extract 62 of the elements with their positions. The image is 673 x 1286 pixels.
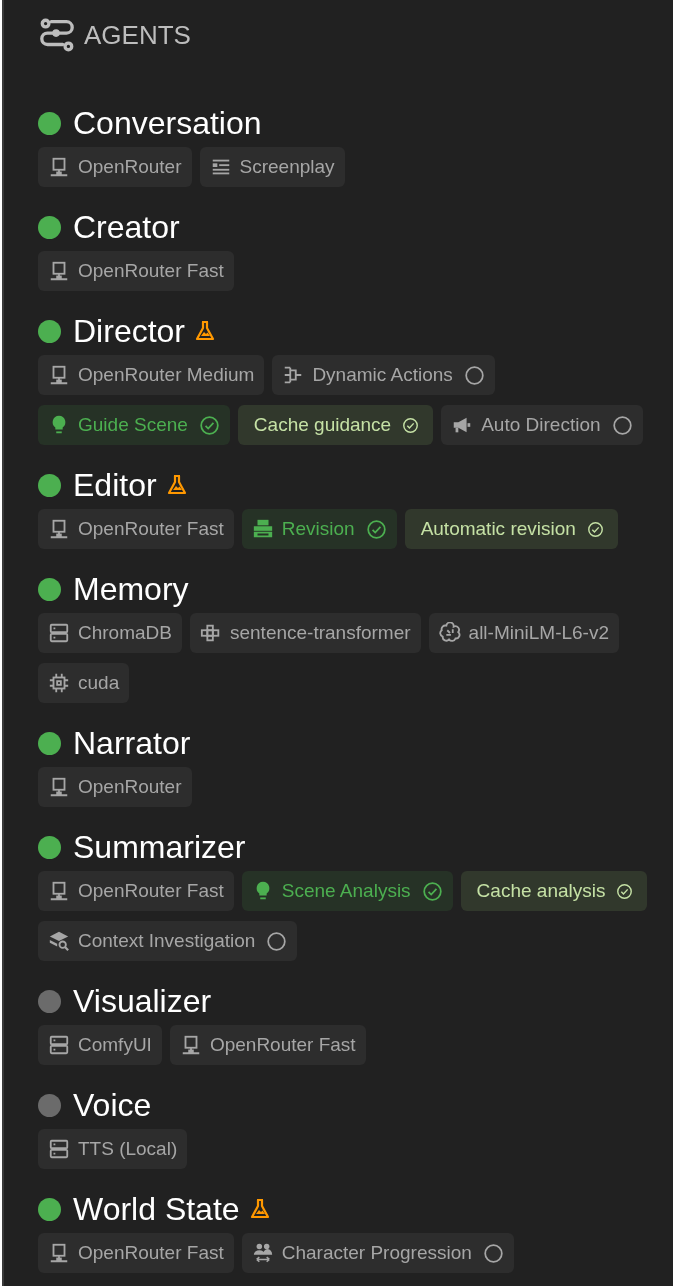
monitor-icon xyxy=(48,1242,70,1264)
agent-chip[interactable]: OpenRouter Fast xyxy=(169,1025,366,1065)
agent-chip[interactable]: OpenRouter Medium xyxy=(38,355,265,395)
circle-icon xyxy=(463,364,485,386)
agent-chip[interactable]: Cache analysis xyxy=(460,871,648,911)
agent-chip[interactable]: TTS (Local) xyxy=(38,1129,188,1169)
agent-chip[interactable]: Cache guidance xyxy=(237,405,434,445)
check-circle-icon xyxy=(402,416,420,434)
agent-chip[interactable]: OpenRouter Fast xyxy=(38,1233,234,1273)
monitor-icon xyxy=(48,156,70,178)
agent-chip[interactable]: OpenRouter Fast xyxy=(38,871,234,911)
server-icon xyxy=(48,622,70,644)
agent-chip[interactable]: sentence-transformer xyxy=(190,613,421,653)
circle-icon xyxy=(482,1242,504,1264)
monitor-icon xyxy=(48,518,70,540)
monitor-icon xyxy=(48,776,70,798)
agent-name[interactable]: Memory xyxy=(73,570,189,608)
agent-chip[interactable]: Guide Scene xyxy=(38,405,230,445)
agent-chip[interactable]: Character Progression xyxy=(241,1233,514,1273)
agent-chip[interactable]: OpenRouter Fast xyxy=(38,251,234,291)
chip-icon xyxy=(48,672,70,694)
agent-chip[interactable]: OpenRouter xyxy=(38,767,192,807)
agent-name[interactable]: Summarizer xyxy=(73,828,246,866)
agent-name[interactable]: Visualizer xyxy=(73,982,212,1020)
layers-search-icon xyxy=(48,930,70,952)
agent-chip[interactable]: all-MiniLM-L6-v2 xyxy=(428,613,619,653)
agent-chip[interactable]: Automatic revision xyxy=(404,509,618,549)
agent-name[interactable]: Voice xyxy=(73,1086,152,1124)
agent-name[interactable]: Narrator xyxy=(73,724,191,762)
agent-chip[interactable]: cuda xyxy=(38,663,130,703)
agent-chip[interactable]: Revision xyxy=(241,509,397,549)
agent-chip[interactable]: OpenRouter Fast xyxy=(38,509,234,549)
agent-chip[interactable]: Auto Direction xyxy=(441,405,643,445)
agent-name[interactable]: Conversation xyxy=(73,104,262,142)
section-title: AGENTS xyxy=(84,19,191,51)
agent-chip[interactable]: OpenRouter xyxy=(38,147,192,187)
agent-chip[interactable]: Dynamic Actions xyxy=(272,355,495,395)
agent-chip[interactable]: Context Investigation xyxy=(38,921,298,961)
agent-chip[interactable]: Scene Analysis xyxy=(241,871,453,911)
check-circle-icon xyxy=(586,520,604,538)
agent-name[interactable]: Creator xyxy=(73,208,180,246)
route-icon xyxy=(38,16,76,54)
agent-chip[interactable]: Screenplay xyxy=(199,147,345,187)
server-icon xyxy=(48,1138,70,1160)
typewriter-icon xyxy=(251,518,274,540)
circle-icon xyxy=(611,414,633,436)
server-icon xyxy=(48,1034,70,1056)
monitor-icon xyxy=(48,880,70,902)
agent-name[interactable]: World State xyxy=(73,1190,240,1228)
agent-chip[interactable]: ComfyUI xyxy=(38,1025,162,1065)
check-circle-icon xyxy=(365,518,387,540)
monitor-icon xyxy=(48,260,70,282)
agent-chip[interactable]: ChromaDB xyxy=(38,613,182,653)
check-circle-icon xyxy=(198,414,220,436)
monitor-icon xyxy=(48,364,70,386)
circle-icon xyxy=(266,930,288,952)
agent-name[interactable]: Director xyxy=(73,312,185,350)
people-icon xyxy=(251,1242,274,1264)
blocks-icon xyxy=(200,622,222,644)
check-circle-icon xyxy=(616,882,634,900)
check-circle-icon xyxy=(421,880,443,902)
agent-name[interactable]: Editor xyxy=(73,466,157,504)
